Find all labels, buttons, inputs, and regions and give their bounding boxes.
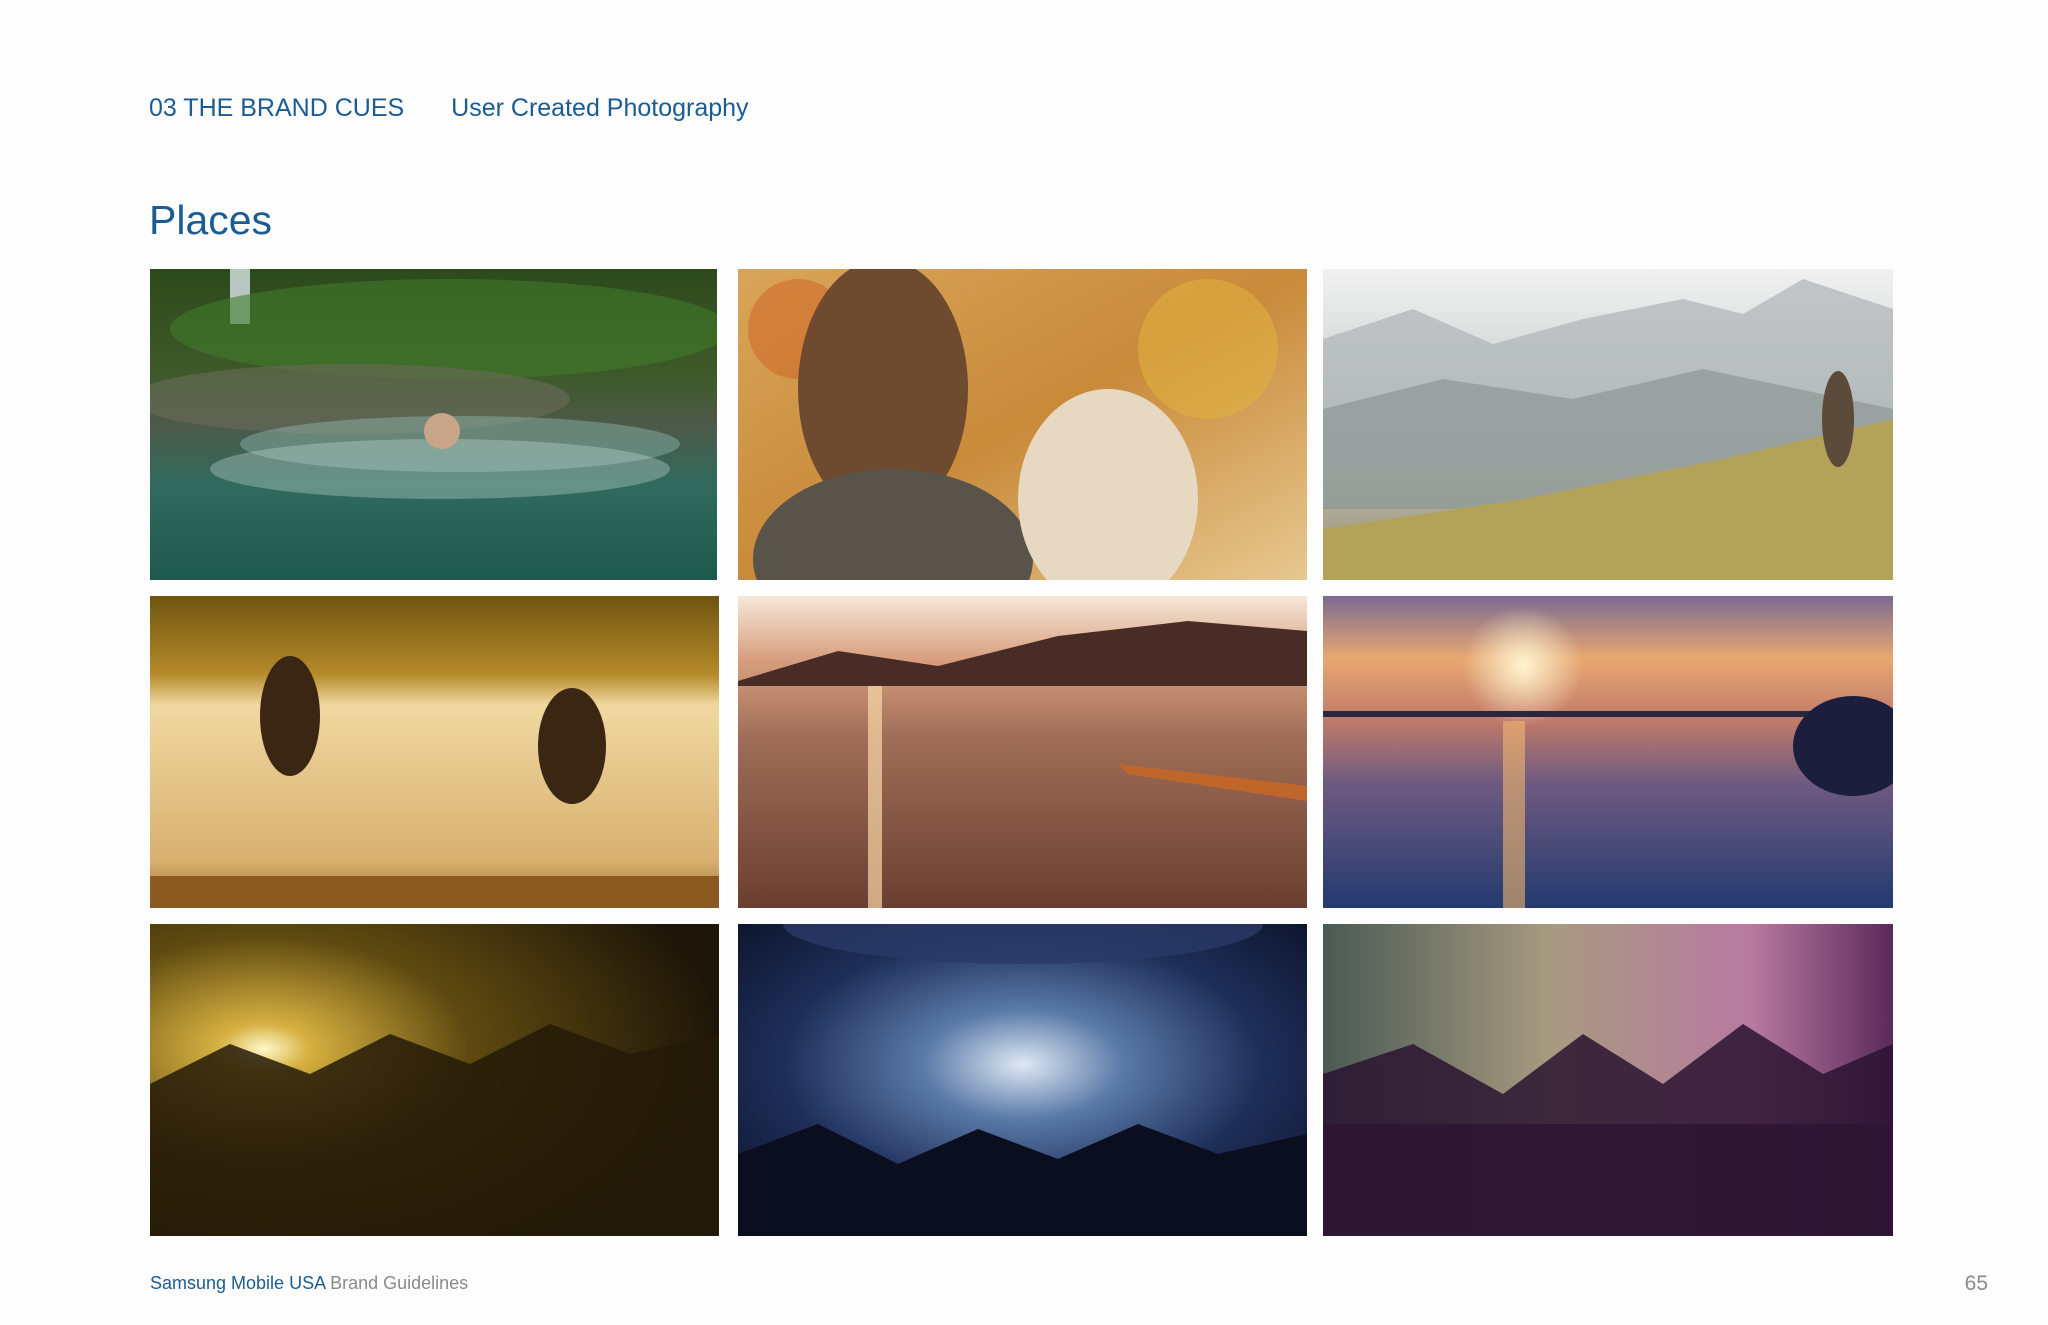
photo-waterfall-pool [150, 269, 717, 580]
photo-mountain-hiker [1323, 269, 1893, 580]
photo-concert-stage [738, 924, 1307, 1236]
footer-subtitle: Brand Guidelines [325, 1273, 469, 1293]
photo-city-sunset [1323, 596, 1893, 908]
topic-label: User Created Photography [451, 93, 749, 122]
page-number: 65 [1964, 1272, 1988, 1295]
footer-brand: Samsung Mobile USA [150, 1273, 326, 1293]
photo-lake-jump [150, 596, 719, 908]
photo-girl-with-dog [738, 269, 1307, 580]
photo-concert-light [150, 924, 719, 1236]
footer-brand-line: Samsung Mobile USA Brand Guidelines [150, 1273, 468, 1294]
breadcrumb: 03 THE BRAND CUES User Created Photograp… [149, 90, 749, 126]
section-label: 03 THE BRAND CUES [149, 93, 405, 122]
photo-party-crowd [1323, 924, 1893, 1236]
photo-kayak-sunset [738, 596, 1307, 908]
page-title: Places [149, 197, 273, 243]
